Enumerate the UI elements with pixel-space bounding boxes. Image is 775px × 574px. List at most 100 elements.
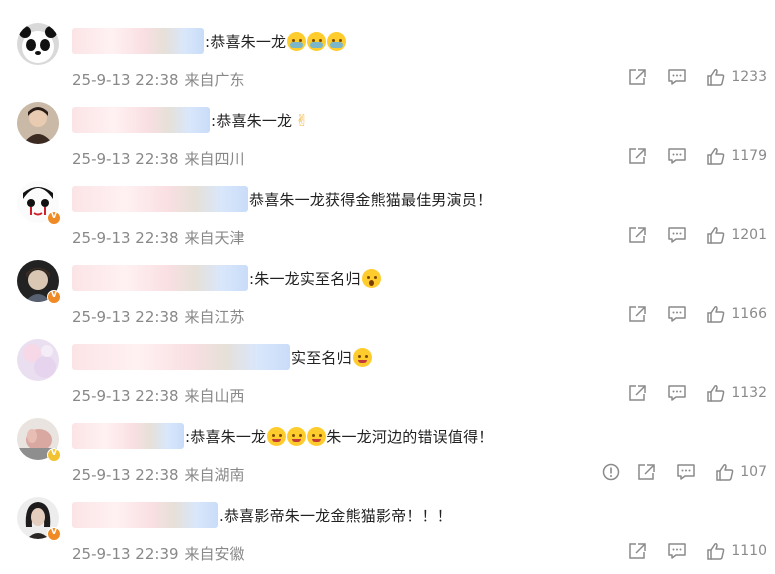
victory-hand-icon: ✌ bbox=[295, 110, 309, 130]
comment-actions: 1201 bbox=[628, 224, 767, 246]
avatar[interactable] bbox=[17, 102, 59, 144]
like-count: 1179 bbox=[731, 148, 767, 164]
comment-icon[interactable] bbox=[676, 463, 696, 481]
cry-emoji-icon bbox=[327, 31, 347, 51]
like-button[interactable]: 107 bbox=[715, 463, 767, 481]
comment-time: 25-9-13 22:38 bbox=[72, 387, 179, 405]
verified-badge-icon: V bbox=[47, 211, 61, 225]
share-icon[interactable] bbox=[628, 147, 648, 165]
comment-text: :恭喜朱一龙 bbox=[205, 32, 287, 51]
comment-time: 25-9-13 22:38 bbox=[72, 71, 179, 89]
comment-time: 25-9-13 22:38 bbox=[72, 150, 179, 168]
comment-icon[interactable] bbox=[667, 542, 687, 560]
thumbs-up-icon bbox=[706, 147, 726, 165]
love-emoji-icon bbox=[352, 347, 372, 367]
like-button[interactable]: 1166 bbox=[706, 305, 767, 323]
comment-location: 来自广东 bbox=[184, 71, 245, 89]
cry-emoji-icon bbox=[307, 31, 327, 51]
username-blurred[interactable] bbox=[72, 344, 290, 370]
comment-time: 25-9-13 22:38 bbox=[72, 308, 179, 326]
like-button[interactable]: 1110 bbox=[706, 542, 767, 560]
verified-badge-icon: V bbox=[47, 448, 61, 462]
share-icon[interactable] bbox=[628, 384, 648, 402]
comment-meta: 25-9-13 22:39 来自安徽 bbox=[72, 543, 245, 564]
comment-content: :恭喜朱一龙 bbox=[72, 27, 347, 55]
username-blurred[interactable] bbox=[72, 502, 218, 528]
comment-meta: 25-9-13 22:38 来自四川 bbox=[72, 148, 245, 169]
verified-badge-icon: V bbox=[47, 527, 61, 541]
comment-actions: 1179 bbox=[628, 145, 767, 167]
share-icon[interactable] bbox=[628, 542, 648, 560]
comment-icon[interactable] bbox=[667, 147, 687, 165]
share-icon[interactable] bbox=[628, 226, 648, 244]
comment-location: 来自四川 bbox=[184, 150, 245, 168]
comment-icon[interactable] bbox=[667, 68, 687, 86]
username-blurred[interactable] bbox=[72, 423, 184, 449]
comment-meta: 25-9-13 22:38 来自天津 bbox=[72, 227, 245, 248]
comment-actions: 1110 bbox=[628, 540, 767, 562]
comment-actions: 1166 bbox=[628, 303, 767, 325]
comment-item: V :朱一龙实至名归 25-9-13 22:38 来自江苏 1166 bbox=[0, 258, 775, 337]
shock-emoji-icon bbox=[361, 268, 381, 288]
like-button[interactable]: 1132 bbox=[706, 384, 767, 402]
comment-icon[interactable] bbox=[667, 384, 687, 402]
comment-content: 实至名归 bbox=[72, 343, 372, 371]
comment-time: 25-9-13 22:38 bbox=[72, 466, 179, 484]
cry-emoji-icon bbox=[287, 31, 307, 51]
like-count: 1132 bbox=[731, 385, 767, 401]
share-icon[interactable] bbox=[628, 68, 648, 86]
love-emoji-icon bbox=[307, 426, 327, 446]
thumbs-up-icon bbox=[706, 226, 726, 244]
comment-item: 实至名归 25-9-13 22:38 来自山西 1132 bbox=[0, 337, 775, 416]
comment-text: 恭喜朱一龙获得金熊猫最佳男演员！ bbox=[249, 190, 493, 209]
username-blurred[interactable] bbox=[72, 28, 204, 54]
share-icon[interactable] bbox=[628, 305, 648, 323]
comment-item: V :恭喜朱一龙 朱一龙河边的错误值得！ 25-9-13 22:38 来自湖南 107 bbox=[0, 416, 775, 495]
comment-meta: 25-9-13 22:38 来自山西 bbox=[72, 385, 245, 406]
like-count: 1201 bbox=[731, 227, 767, 243]
comment-text: :恭喜朱一龙 bbox=[185, 427, 267, 446]
comment-item: V .恭喜影帝朱一龙金熊猫影帝！！！ 25-9-13 22:39 来自安徽 1110 bbox=[0, 495, 775, 574]
like-count: 107 bbox=[740, 464, 767, 480]
comment-text: :朱一龙实至名归 bbox=[249, 269, 361, 288]
thumbs-up-icon bbox=[706, 384, 726, 402]
thumbs-up-icon bbox=[706, 542, 726, 560]
comment-location: 来自山西 bbox=[184, 387, 245, 405]
comment-time: 25-9-13 22:39 bbox=[72, 545, 179, 563]
comment-icon[interactable] bbox=[667, 305, 687, 323]
comment-content: .恭喜影帝朱一龙金熊猫影帝！！！ bbox=[72, 501, 452, 529]
comment-actions: 1233 bbox=[628, 66, 767, 88]
comment-meta: 25-9-13 22:38 来自江苏 bbox=[72, 306, 245, 327]
comment-location: 来自湖南 bbox=[184, 466, 245, 484]
comment-text: :恭喜朱一龙 bbox=[211, 111, 293, 130]
like-count: 1110 bbox=[731, 543, 767, 559]
username-blurred[interactable] bbox=[72, 107, 210, 133]
comment-location: 来自江苏 bbox=[184, 308, 245, 326]
avatar[interactable] bbox=[17, 23, 59, 65]
report-icon[interactable] bbox=[602, 463, 620, 481]
love-emoji-icon bbox=[287, 426, 307, 446]
verified-badge-icon: V bbox=[47, 290, 61, 304]
like-button[interactable]: 1201 bbox=[706, 226, 767, 244]
comment-actions: 107 bbox=[602, 461, 767, 483]
love-emoji-icon bbox=[267, 426, 287, 446]
comment-content: :恭喜朱一龙 朱一龙河边的错误值得！ bbox=[72, 422, 493, 450]
username-blurred[interactable] bbox=[72, 186, 248, 212]
username-blurred[interactable] bbox=[72, 265, 248, 291]
comment-text-continued: 朱一龙河边的错误值得！ bbox=[326, 427, 494, 446]
thumbs-up-icon bbox=[706, 68, 726, 86]
share-icon[interactable] bbox=[637, 463, 657, 481]
comment-meta: 25-9-13 22:38 来自湖南 bbox=[72, 464, 245, 485]
comment-actions: 1132 bbox=[628, 382, 767, 404]
comment-icon[interactable] bbox=[667, 226, 687, 244]
comment-item: :恭喜朱一龙 ✌ 25-9-13 22:38 来自四川 1179 bbox=[0, 100, 775, 179]
like-button[interactable]: 1179 bbox=[706, 147, 767, 165]
like-button[interactable]: 1233 bbox=[706, 68, 767, 86]
comment-text: .恭喜影帝朱一龙金熊猫影帝！！！ bbox=[219, 506, 452, 525]
comment-text: 实至名归 bbox=[291, 348, 352, 367]
thumbs-up-icon bbox=[706, 305, 726, 323]
avatar[interactable] bbox=[17, 339, 59, 381]
comment-content: 恭喜朱一龙获得金熊猫最佳男演员！ bbox=[72, 185, 492, 213]
comment-content: :恭喜朱一龙 ✌ bbox=[72, 106, 309, 134]
comment-item: V 恭喜朱一龙获得金熊猫最佳男演员！ 25-9-13 22:38 来自天津 1201 bbox=[0, 179, 775, 258]
